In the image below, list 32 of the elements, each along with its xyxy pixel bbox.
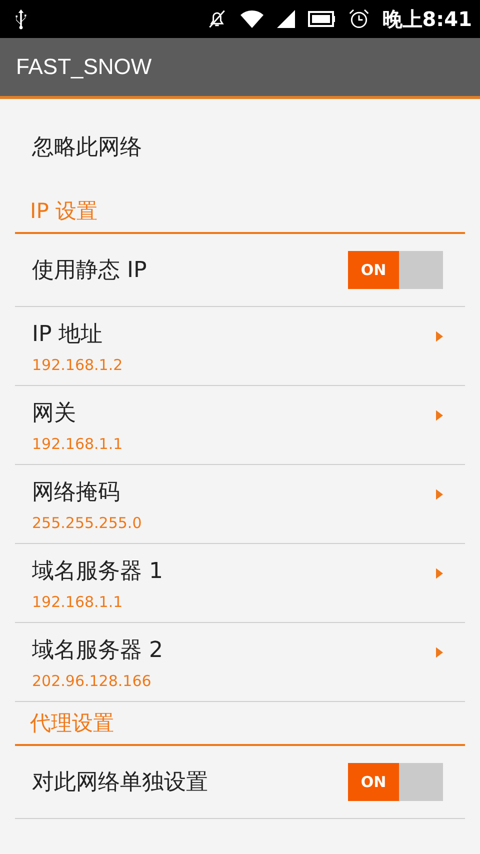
setting-value: 202.96.128.166 (32, 672, 152, 690)
battery-icon (308, 10, 336, 28)
arrow-icon (436, 488, 443, 500)
alarm-clock-icon (348, 8, 370, 30)
setting-label: 域名服务器 1 (32, 558, 163, 586)
clock-time: 晚上8:41 (382, 6, 472, 32)
signal-icon (276, 9, 296, 29)
arrow-icon (436, 330, 443, 342)
setting-value: 192.168.1.1 (32, 434, 123, 452)
arrow-icon (436, 410, 443, 420)
setting-label: 对此网络单独设置 (32, 769, 208, 797)
arrow-icon (436, 646, 443, 658)
setting-label: IP 地址 (32, 320, 104, 348)
setting-value: 192.168.1.1 (32, 592, 124, 610)
setting-label: 网络掩码 (32, 478, 121, 506)
section-header: IP 设置 (15, 190, 465, 234)
setting-value: 192.168.1.2 (32, 356, 123, 374)
arrow-icon (436, 568, 443, 578)
setting-label: 网关 (32, 400, 77, 428)
wifi-icon (240, 9, 264, 29)
setting-item[interactable]: 网络掩码 255.255.255.0 (15, 465, 465, 544)
setting-item[interactable]: IP 地址 192.168.1.2 (15, 307, 465, 386)
setting-label: 使用静态 IP (32, 257, 147, 285)
app-title: FAST_SNOW (16, 54, 152, 80)
section-header: 代理设置 (15, 702, 465, 746)
setting-item[interactable]: 域名服务器 1 192.168.1.1 (15, 544, 465, 623)
setting-label: 域名服务器 2 (32, 636, 163, 664)
ignore-network-item[interactable]: 忽略此网络 (15, 99, 465, 190)
setting-value: 255.255.255.0 (32, 514, 142, 532)
setting-item[interactable]: 网关 192.168.1.1 (15, 386, 465, 465)
setting-item[interactable]: 域名服务器 2 202.96.128.166 (15, 623, 465, 702)
usb-icon (14, 8, 28, 30)
